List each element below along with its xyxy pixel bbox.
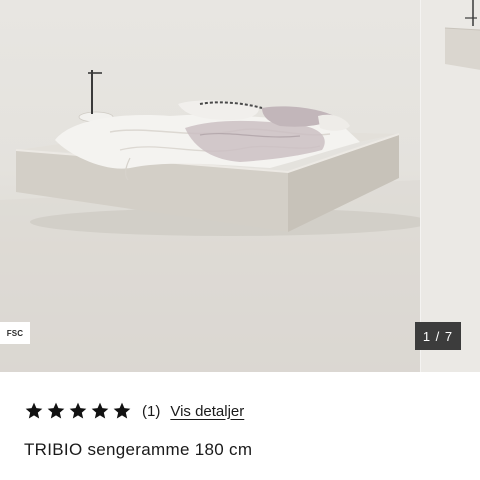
- product-image-gallery[interactable]: FSC 1 / 7: [0, 0, 480, 372]
- review-count: (1): [142, 402, 161, 420]
- star-icon: [46, 401, 66, 421]
- star-icon: [24, 401, 44, 421]
- fsc-badge: FSC: [0, 322, 30, 344]
- star-rating: [24, 401, 132, 421]
- star-icon: [90, 401, 110, 421]
- image-counter: 1 / 7: [415, 322, 461, 350]
- view-details-link[interactable]: Vis detaljer: [170, 403, 244, 420]
- next-image-preview: [444, 0, 480, 70]
- star-icon: [68, 401, 88, 421]
- bed-photo: [0, 70, 420, 372]
- product-image-current[interactable]: [0, 0, 420, 372]
- star-icon: [112, 401, 132, 421]
- rating-row: (1) Vis detaljer: [24, 400, 244, 422]
- product-image-next-peek[interactable]: [420, 0, 480, 372]
- product-title: TRIBIO sengeramme 180 cm: [24, 440, 253, 459]
